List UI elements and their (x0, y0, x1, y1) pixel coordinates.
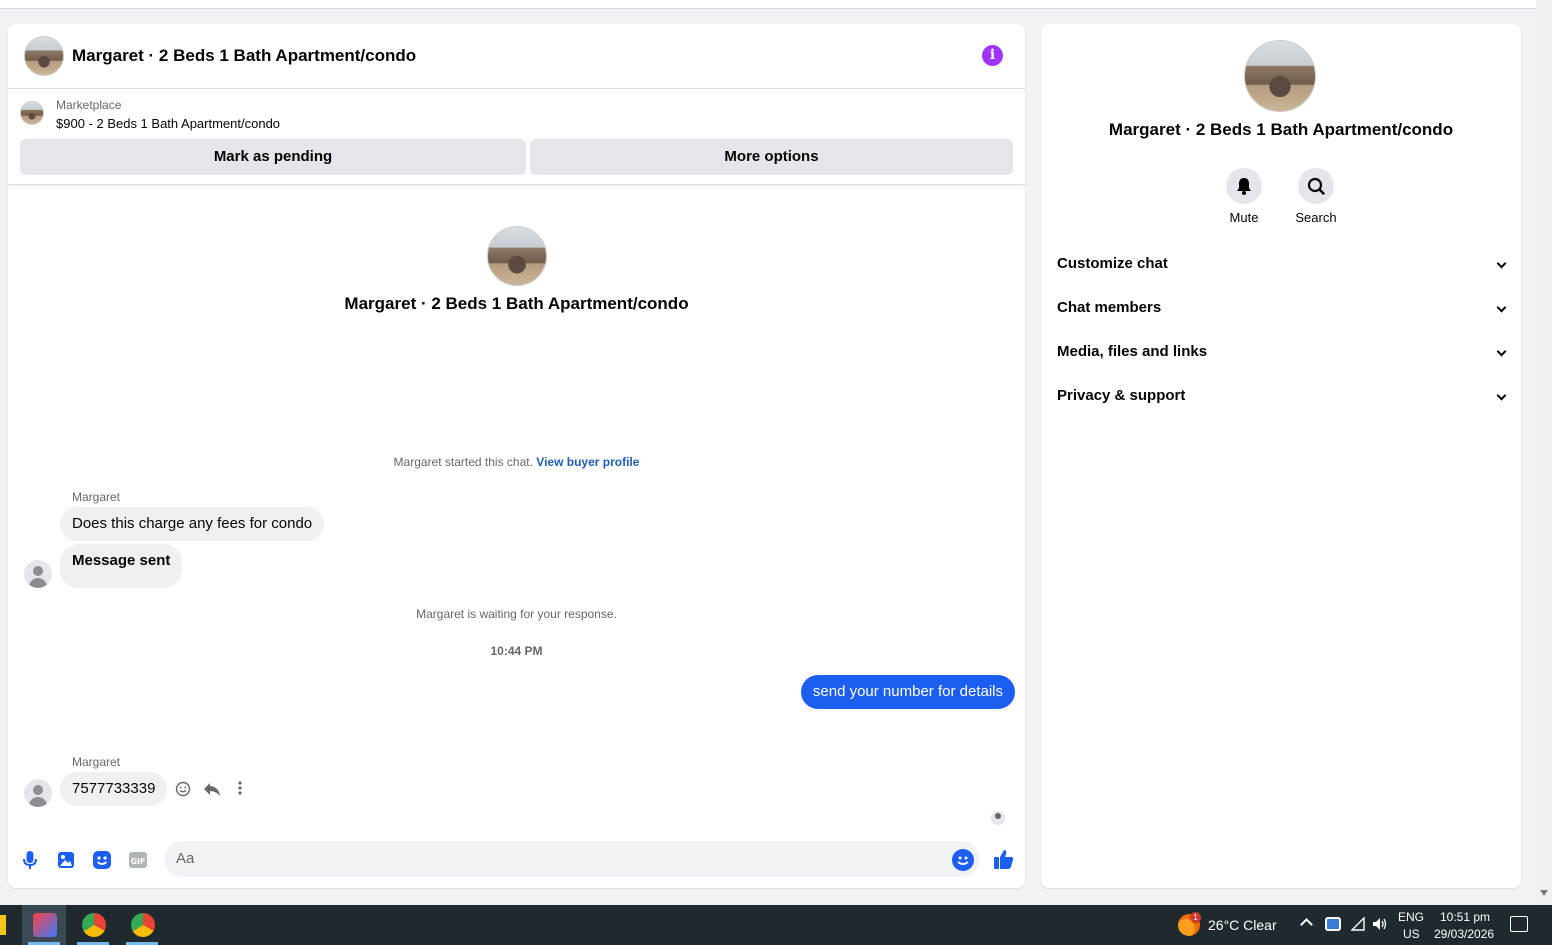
section-chat-members[interactable]: Chat members (1057, 290, 1507, 326)
chevron-down-icon (1496, 258, 1507, 269)
listing-thumbnail[interactable] (20, 101, 44, 125)
section-label: Privacy & support (1057, 387, 1186, 404)
volume-icon[interactable] (1372, 917, 1388, 931)
page-scrollbar[interactable] (1536, 0, 1552, 905)
clock-date[interactable]: 29/03/2026 (1434, 927, 1494, 941)
message-sender-name: Margaret (72, 490, 121, 504)
gif-icon[interactable]: GIF (127, 849, 149, 871)
clock-time[interactable]: 10:51 pm (1440, 910, 1490, 924)
intro-title: Margaret · 2 Beds 1 Bath Apartment/condo (344, 294, 689, 313)
reply-icon[interactable] (203, 781, 221, 799)
chat-started-notice: Margaret started this chat. View buyer p… (8, 455, 1025, 469)
more-actions-icon[interactable] (231, 781, 249, 799)
section-media-files-links[interactable]: Media, files and links (1057, 334, 1507, 370)
weather-badge: 1 (1190, 912, 1201, 923)
show-hidden-icons-chevron-up-icon[interactable] (1300, 918, 1313, 931)
mute-label: Mute (1229, 210, 1259, 225)
incoming-message-bubble[interactable]: Message sent (60, 544, 183, 588)
conversation-details-panel: Margaret · 2 Beds 1 Bath Apartment/condo… (1041, 24, 1521, 888)
weather-text[interactable]: 26°C Clear (1208, 917, 1277, 933)
notification-center-icon[interactable] (1510, 916, 1528, 932)
file-explorer-icon[interactable] (0, 915, 6, 935)
conversation-title[interactable]: Margaret · 2 Beds 1 Bath Apartment/condo (72, 46, 416, 66)
browser-top-strip (0, 0, 1536, 9)
mute-button[interactable]: Mute (1214, 168, 1274, 225)
search-icon[interactable] (1298, 168, 1334, 204)
taskbar-app-pinned[interactable] (22, 905, 66, 945)
chevron-down-icon (1496, 390, 1507, 401)
taskbar-chrome-profile-h[interactable] (71, 905, 115, 945)
listing-bar: Marketplace $900 - 2 Beds 1 Bath Apartme… (8, 89, 1025, 185)
message-timestamp: 10:44 PM (490, 644, 543, 658)
view-buyer-profile-link[interactable]: View buyer profile (536, 455, 639, 469)
listing-title[interactable]: $900 - 2 Beds 1 Bath Apartment/condo (56, 116, 280, 131)
emoji-icon[interactable] (952, 849, 974, 871)
section-label: Chat members (1057, 299, 1162, 316)
intro-avatar (487, 226, 547, 286)
more-options-button[interactable]: More options (530, 139, 1013, 175)
incoming-message-bubble[interactable]: Does this charge any fees for condo (60, 507, 325, 541)
chevron-down-icon (1496, 302, 1507, 313)
windows-taskbar: 1 26°C Clear ENG US 10:51 pm 29/03/2026 (0, 905, 1552, 945)
chrome-icon (131, 913, 155, 937)
microphone-icon[interactable] (19, 849, 41, 871)
react-icon[interactable] (174, 781, 192, 799)
chat-panel: Margaret · 2 Beds 1 Bath Apartment/condo… (8, 24, 1025, 888)
chrome-icon (82, 913, 106, 937)
sender-avatar[interactable] (24, 560, 52, 588)
conversation-avatar[interactable] (24, 36, 64, 76)
message-sender-name: Margaret (72, 755, 121, 769)
waiting-notice: Margaret is waiting for your response. (416, 607, 617, 621)
onedrive-icon[interactable] (1325, 917, 1341, 931)
svg-text:GIF: GIF (130, 857, 145, 866)
thumbs-up-icon[interactable] (992, 847, 1016, 871)
section-label: Customize chat (1057, 255, 1168, 272)
app-icon (33, 913, 57, 937)
wifi-icon[interactable] (1350, 916, 1365, 931)
listing-kicker: Marketplace (56, 98, 122, 112)
sender-avatar[interactable] (24, 779, 52, 807)
details-title: Margaret · 2 Beds 1 Bath Apartment/condo (1108, 120, 1454, 139)
search-button[interactable]: Search (1286, 168, 1346, 225)
taskbar-chrome-profile-2[interactable] (120, 905, 164, 945)
incoming-message-bubble[interactable]: 7577733339 (60, 772, 168, 806)
photo-icon[interactable] (55, 849, 77, 871)
bell-icon[interactable] (1226, 168, 1262, 204)
message-input[interactable]: Aa (164, 841, 980, 877)
chat-started-text: Margaret started this chat. (393, 455, 533, 469)
mark-as-pending-button[interactable]: Mark as pending (20, 139, 526, 175)
chevron-down-icon (1496, 346, 1507, 357)
region-indicator[interactable]: US (1403, 927, 1420, 941)
section-label: Media, files and links (1057, 343, 1208, 360)
search-label: Search (1295, 210, 1337, 225)
details-avatar[interactable] (1244, 40, 1316, 112)
sticker-icon[interactable] (91, 849, 113, 871)
chat-header: Margaret · 2 Beds 1 Bath Apartment/condo… (8, 24, 1025, 89)
section-privacy-support[interactable]: Privacy & support (1057, 378, 1507, 414)
section-customize-chat[interactable]: Customize chat (1057, 246, 1507, 282)
outgoing-message-bubble[interactable]: send your number for details (800, 675, 1015, 709)
scroll-down-arrow-icon[interactable] (1540, 890, 1548, 896)
language-indicator[interactable]: ENG (1398, 910, 1424, 924)
info-icon[interactable]: i (982, 45, 1003, 66)
seen-indicator-avatar (991, 811, 1005, 825)
